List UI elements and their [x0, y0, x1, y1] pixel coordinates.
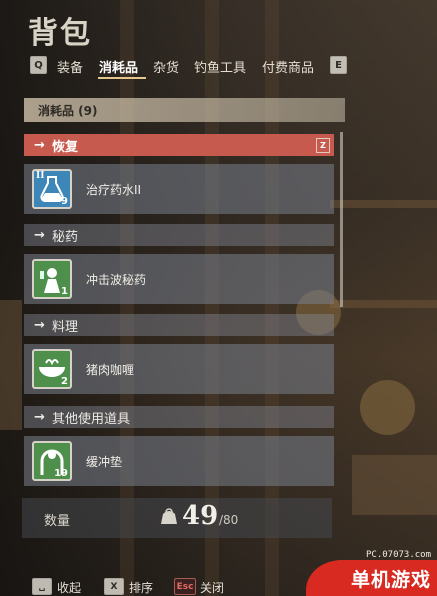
section-cooking[interactable]: → 料理 — [24, 314, 334, 336]
section-label: 其他使用道具 — [52, 411, 131, 427]
tab-misc[interactable]: 杂货 — [153, 57, 179, 76]
bag-icon — [158, 506, 180, 528]
item-name: 缓冲垫 — [86, 454, 123, 469]
arrow-icon: → — [34, 137, 45, 153]
item-count: 19 — [54, 468, 68, 479]
tab-equipment[interactable]: 装备 — [57, 57, 83, 76]
active-tab-indicator — [98, 77, 146, 79]
item-pork-curry[interactable]: 2 猪肉咖喱 — [24, 344, 334, 394]
item-healing-potion[interactable]: II 9 治疗药水II — [24, 164, 334, 214]
background-crate — [0, 300, 22, 430]
collapse-label[interactable]: 收起 — [57, 579, 81, 596]
background-shelf — [330, 200, 437, 208]
section-elixirs[interactable]: → 秘药 — [24, 224, 334, 246]
item-cushion[interactable]: 19 缓冲垫 — [24, 436, 334, 486]
section-recovery[interactable]: → 恢复 Z — [24, 134, 334, 156]
arrow-icon: → — [34, 409, 45, 425]
background-shelf — [330, 300, 437, 308]
tab-consumables[interactable]: 消耗品 — [99, 57, 138, 76]
watermark-logo: 单机游戏 — [306, 560, 437, 596]
potion-icon: II 9 — [32, 169, 72, 209]
tab-next-key[interactable]: E — [330, 56, 347, 74]
sort-label[interactable]: 排序 — [129, 579, 153, 596]
item-count: 2 — [61, 376, 68, 387]
elixir-icon: 1 — [32, 259, 72, 299]
inventory-panel: 消耗品 (9) → 恢复 Z II 9 治疗药水II → 秘药 1 冲击波秘药 … — [22, 96, 345, 546]
section-key-hint: Z — [316, 138, 330, 153]
quantity-label: 数量 — [44, 514, 71, 529]
item-name: 治疗药水II — [86, 182, 142, 197]
close-label[interactable]: 关闭 — [200, 579, 224, 596]
item-count: 9 — [61, 196, 68, 207]
item-name: 猪肉咖喱 — [86, 362, 135, 377]
inventory-scrollbar[interactable] — [340, 132, 343, 307]
item-tier: II — [36, 171, 45, 181]
collapse-key[interactable]: ␣ — [32, 578, 52, 595]
watermark-url: PC.07073.com — [366, 550, 432, 560]
watermark-text: 单机游戏 — [350, 568, 431, 591]
background-crate — [352, 455, 437, 515]
close-key[interactable]: Esc — [174, 578, 196, 595]
tab-fishing-tools[interactable]: 钓鱼工具 — [194, 57, 246, 76]
tab-paid-items[interactable]: 付费商品 — [262, 57, 314, 76]
section-other-items[interactable]: → 其他使用道具 — [24, 406, 334, 428]
quantity-max: /80 — [219, 513, 239, 527]
cushion-icon: 19 — [32, 441, 72, 481]
dish-icon: 2 — [32, 349, 72, 389]
background-pot — [360, 380, 415, 435]
item-shockwave-elixir[interactable]: 1 冲击波秘药 — [24, 254, 334, 304]
tab-prev-key[interactable]: Q — [30, 56, 47, 74]
item-count: 1 — [61, 286, 68, 297]
quantity-value: 49 — [182, 501, 219, 531]
arrow-icon: → — [34, 317, 45, 333]
quantity-row: 数量 49 /80 — [22, 498, 332, 538]
section-label: 恢复 — [52, 139, 79, 155]
section-label: 料理 — [52, 319, 79, 335]
page-title: 背包 — [28, 16, 92, 51]
sort-key[interactable]: X — [104, 578, 124, 595]
section-label: 秘药 — [52, 229, 79, 245]
category-header: 消耗品 (9) — [24, 98, 345, 122]
item-name: 冲击波秘药 — [86, 272, 147, 287]
arrow-icon: → — [34, 227, 45, 243]
